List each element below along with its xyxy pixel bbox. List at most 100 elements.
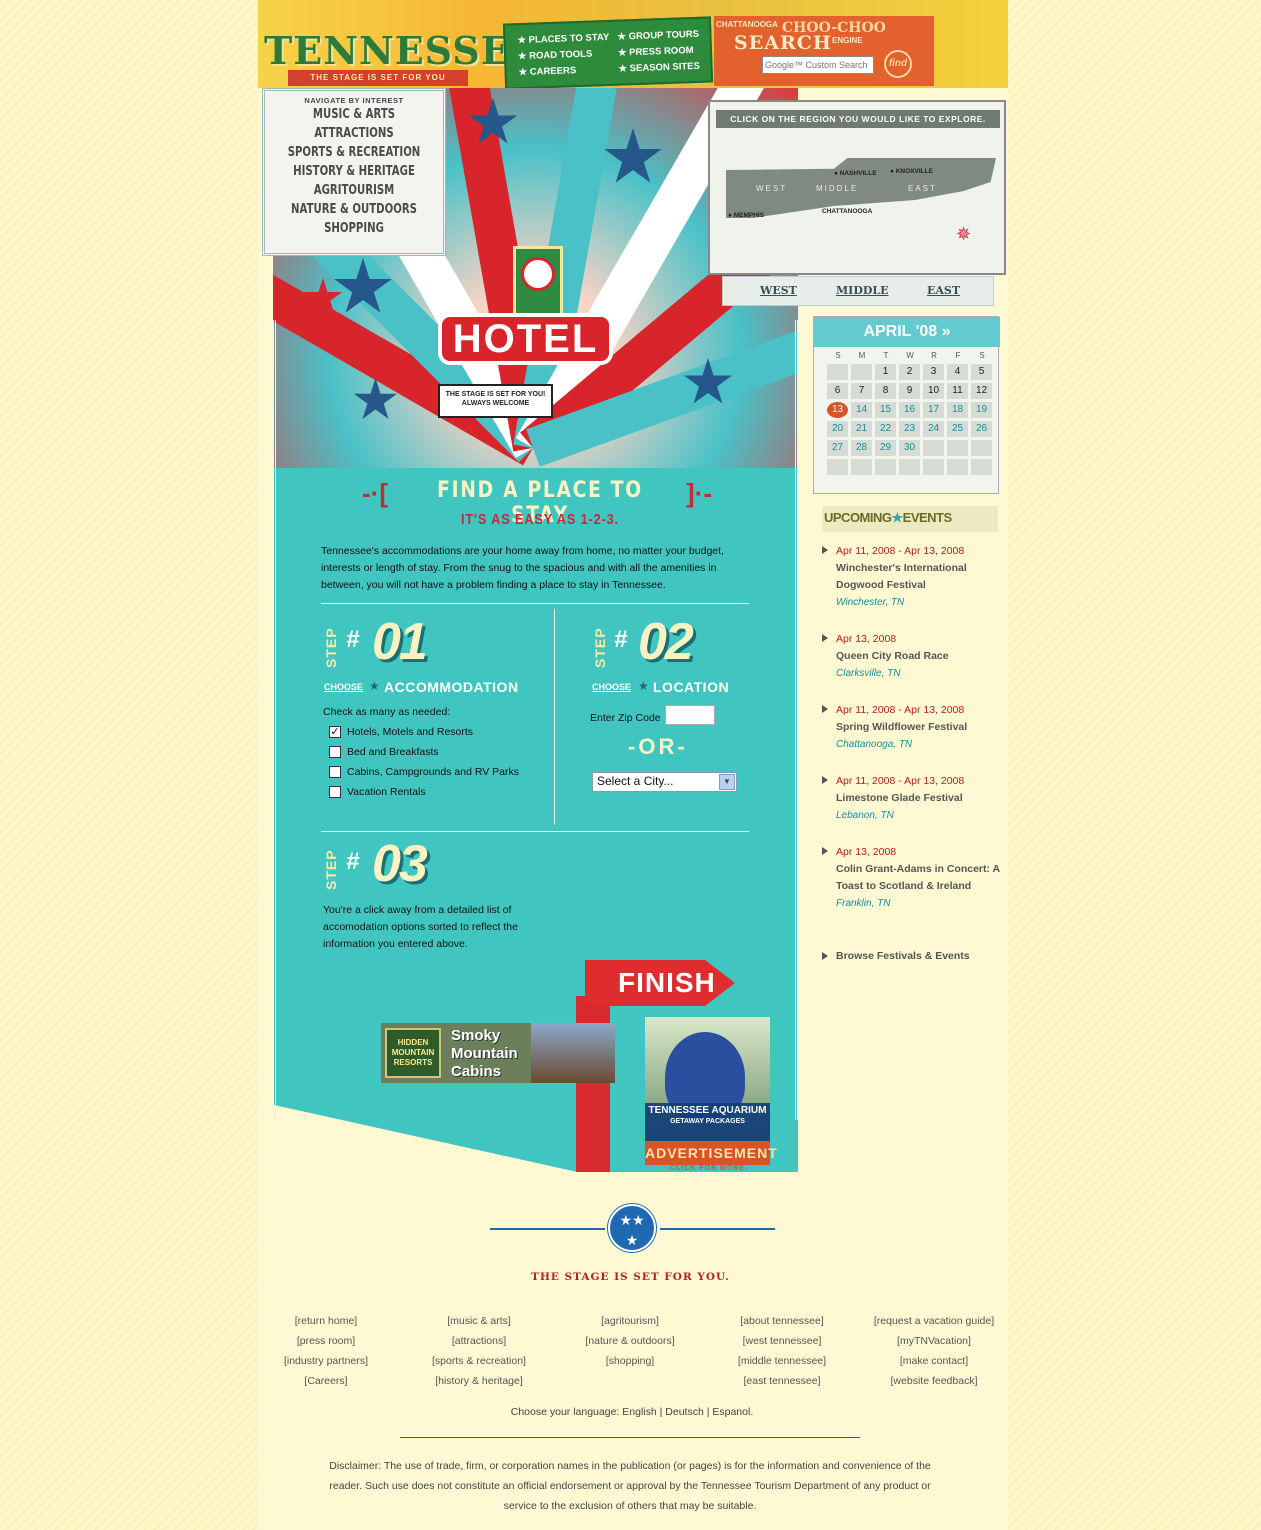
footer-link[interactable]: [request a vacation guide] [854, 1311, 1014, 1331]
interest-nature-outdoors[interactable]: NATURE & OUTDOORS [285, 200, 424, 219]
lang-espanol[interactable]: Espanol [712, 1406, 750, 1418]
event-name[interactable]: Spring Wildflower Festival [836, 719, 1002, 736]
finish-label[interactable]: FINISH [618, 967, 716, 999]
chevron-down-icon[interactable]: ▼ [719, 774, 735, 790]
calendar-day[interactable]: 13 [827, 402, 848, 418]
nav-press-room[interactable]: ★ PRESS ROOM [618, 45, 694, 59]
region-map[interactable]: CLICK ON THE REGION YOU WOULD LIKE TO EX… [708, 100, 1006, 275]
city-select[interactable]: Select a City... ▼ [592, 772, 737, 792]
calendar-day[interactable]: 22 [875, 421, 896, 437]
footer-link[interactable]: [middle tennessee] [702, 1351, 862, 1371]
footer-link[interactable]: [attractions] [399, 1331, 559, 1351]
calendar-day[interactable]: 14 [851, 402, 872, 418]
calendar-dow: S [979, 351, 985, 360]
tab-middle[interactable]: MIDDLE [836, 284, 889, 297]
calendar-day[interactable]: 30 [899, 440, 920, 456]
calendar-day[interactable]: 15 [875, 402, 896, 418]
calendar-day[interactable]: 21 [851, 421, 872, 437]
interest-history-heritage[interactable]: HISTORY & HERITAGE [285, 162, 424, 181]
aquarium-ad[interactable]: TENNESSEE AQUARIUM GETAWAY PACKAGES [645, 1017, 770, 1141]
tennessee-logo[interactable]: TENNESSEE THE STAGE IS SET FOR YOU [258, 10, 540, 86]
footer-link[interactable]: [sports & recreation] [399, 1351, 559, 1371]
footer-link[interactable]: [myTNVacation] [854, 1331, 1014, 1351]
calendar-day[interactable]: 25 [947, 421, 968, 437]
zip-code-input[interactable] [665, 705, 715, 725]
event-name[interactable]: Colin Grant-Adams in Concert: A Toast to… [836, 861, 1002, 895]
tab-east[interactable]: EAST [927, 284, 960, 297]
calendar-day[interactable]: 26 [971, 421, 992, 437]
nav-careers[interactable]: ★ CAREERS [518, 65, 576, 78]
map-region-west[interactable]: WEST [756, 184, 787, 193]
star-icon: ★ [369, 679, 380, 693]
footer-link[interactable]: [website feedback] [854, 1371, 1014, 1391]
footer-link[interactable]: [music & arts] [399, 1311, 559, 1331]
event-item[interactable]: Apr 11, 2008 - Apr 13, 2008 Spring Wildfl… [822, 702, 1002, 753]
accommodation-option[interactable]: Cabins, Campgrounds and RV Parks [329, 765, 519, 781]
footer-link[interactable]: [industry partners] [246, 1351, 406, 1371]
calendar-day[interactable]: 29 [875, 440, 896, 456]
calendar-day[interactable]: 17 [923, 402, 944, 418]
accommodation-option[interactable]: Bed and Breakfasts [329, 745, 439, 761]
event-item[interactable]: Apr 11, 2008 - Apr 13, 2008 Winchester's … [822, 543, 1002, 611]
calendar-day[interactable]: 24 [923, 421, 944, 437]
browse-festivals-link[interactable]: Browse Festivals & Events [822, 950, 970, 962]
interest-sports-recreation[interactable]: SPORTS & RECREATION [285, 143, 424, 162]
footer-link[interactable]: [Careers] [246, 1371, 406, 1391]
accommodation-option[interactable]: ✓ Hotels, Motels and Resorts [329, 725, 473, 741]
interest-agritourism[interactable]: AGRITOURISM [285, 181, 424, 200]
interest-attractions[interactable]: ATTRACTIONS [285, 124, 424, 143]
checkbox[interactable]: ✓ [329, 726, 341, 739]
map-city-chattanooga: CHATTANOOGA [822, 208, 873, 215]
lang-english[interactable]: English [622, 1406, 656, 1418]
event-name[interactable]: Queen City Road Race [836, 648, 1002, 665]
find-button[interactable]: find [884, 50, 912, 78]
nav-road-tools[interactable]: ★ ROAD TOOLS [518, 49, 593, 63]
smoky-mountain-ad[interactable]: HIDDEN MOUNTAIN RESORTS Smoky Mountain C… [381, 1023, 615, 1083]
calendar-day[interactable]: 18 [947, 402, 968, 418]
calendar-dow: F [955, 351, 961, 360]
calendar-month[interactable]: APRIL '08 » [814, 317, 1000, 347]
checkbox[interactable] [329, 766, 341, 779]
choose-label: CHOOSE [324, 682, 364, 692]
nav-season-sites[interactable]: ★ SEASON SITES [618, 61, 700, 75]
footer-link[interactable]: [press room] [246, 1331, 406, 1351]
checkbox[interactable] [329, 786, 341, 799]
event-item[interactable]: Apr 13, 2008 Queen City Road Race Clarksvi… [822, 631, 1002, 682]
event-name[interactable]: Limestone Glade Festival [836, 790, 1002, 807]
footer-link[interactable]: [shopping] [550, 1351, 710, 1371]
checkbox[interactable] [329, 746, 341, 759]
advertisement-label[interactable]: ADVERTISEMENT [645, 1141, 777, 1165]
event-item[interactable]: Apr 11, 2008 - Apr 13, 2008 Limestone Gla… [822, 773, 1002, 824]
event-location: Clarksville, TN [836, 668, 901, 679]
lang-deutsch[interactable]: Deutsch [665, 1406, 704, 1418]
footer-link[interactable]: [east tennessee] [702, 1371, 862, 1391]
calendar-day[interactable]: 19 [971, 402, 992, 418]
nav-group-tours[interactable]: ★ GROUP TOURS [617, 29, 699, 43]
event-name[interactable]: Winchester's International Dogwood Festi… [836, 560, 1002, 594]
calendar-day[interactable]: 16 [899, 402, 920, 418]
nav-places-to-stay[interactable]: ★ PLACES TO STAY [517, 32, 609, 46]
tab-west[interactable]: WEST [760, 284, 797, 297]
map-region-middle[interactable]: MIDDLE [816, 184, 858, 193]
bracket-left: -·[ [362, 478, 388, 508]
footer-link[interactable]: [make contact] [854, 1351, 1014, 1371]
click-for-more[interactable]: -CLICK FOR MORE- [645, 1165, 770, 1172]
footer-link[interactable]: [about tennessee] [702, 1311, 862, 1331]
calendar-day[interactable]: 28 [851, 440, 872, 456]
footer-link[interactable]: [nature & outdoors] [550, 1331, 710, 1351]
calendar-day[interactable]: 27 [827, 440, 848, 456]
footer-link[interactable]: [history & heritage] [399, 1371, 559, 1391]
footer-link[interactable]: [return home] [246, 1311, 406, 1331]
calendar-day[interactable]: 20 [827, 421, 848, 437]
footer-link[interactable]: [west tennessee] [702, 1331, 862, 1351]
star-icon: ★ [638, 679, 649, 693]
interest-shopping[interactable]: SHOPPING [285, 219, 424, 238]
event-item[interactable]: Apr 13, 2008 Colin Grant-Adams in Concert… [822, 844, 1002, 912]
footer-swirl [660, 1228, 775, 1230]
calendar-day[interactable]: 23 [899, 421, 920, 437]
accommodation-option[interactable]: Vacation Rentals [329, 785, 426, 801]
map-region-east[interactable]: EAST [908, 184, 937, 193]
footer-link[interactable]: [agritourism] [550, 1311, 710, 1331]
search-input[interactable] [762, 56, 874, 74]
interest-music-arts[interactable]: MUSIC & ARTS [285, 105, 424, 124]
